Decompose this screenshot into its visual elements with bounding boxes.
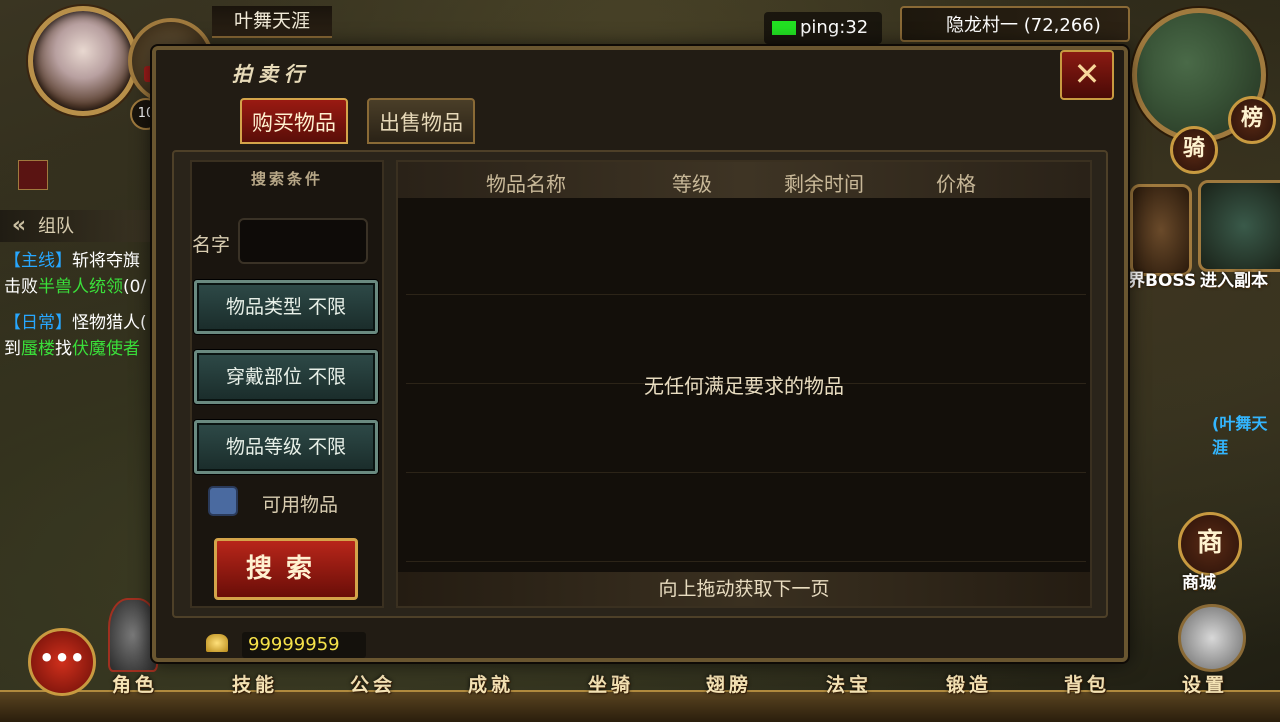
dungeon-portal-icon[interactable] [1198, 180, 1280, 272]
row-divider [406, 294, 1086, 295]
ranking-button[interactable]: 榜 [1228, 96, 1276, 144]
character-helmet-icon[interactable] [108, 598, 158, 672]
name-search-input[interactable] [238, 218, 368, 264]
world-boss-icon[interactable] [1130, 184, 1192, 276]
quest-progress: (0/ [123, 277, 147, 297]
quest-main-title[interactable]: 【主线】斩将夺旗 [4, 248, 140, 274]
name-label: 名字 [192, 234, 231, 256]
menu-wings[interactable]: 翅膀 [706, 670, 752, 697]
quest-title: 怪物猎人( [72, 313, 147, 333]
gold-ingot-icon [206, 634, 228, 652]
menu-guild[interactable]: 公会 [350, 670, 396, 697]
buff-icon[interactable] [18, 160, 48, 190]
close-button[interactable]: ✕ [1060, 50, 1114, 100]
quest-tag: 【日常】 [4, 313, 72, 333]
row-divider [406, 472, 1086, 473]
menu-treasures[interactable]: 法宝 [826, 670, 872, 697]
menu-skills[interactable]: 技能 [232, 670, 278, 697]
usable-items-checkbox[interactable] [208, 486, 238, 516]
menu-achievements[interactable]: 成就 [468, 670, 514, 697]
quest-tag: 【主线】 [4, 251, 72, 271]
quest-text: 击败 [4, 277, 38, 297]
quest-target-link[interactable]: 半兽人统领 [38, 277, 123, 297]
gold-amount: 99999959 [242, 632, 366, 658]
filter-title: 搜索条件 [250, 170, 323, 188]
item-type-select[interactable]: 物品类型 不限 [194, 280, 378, 334]
menu-forge[interactable]: 锻造 [946, 670, 992, 697]
column-level[interactable]: 等级 [672, 168, 712, 197]
world-player-name: (叶舞天涯 [1212, 414, 1268, 457]
quest-daily-objective[interactable]: 到蜃楼找伏魔使者 [4, 336, 140, 362]
next-page-hint: 向上拖动获取下一页 [398, 572, 1090, 606]
quest-title: 斩将夺旗 [72, 251, 140, 271]
tab-sell[interactable]: 出售物品 [367, 98, 475, 144]
team-label: 组队 [38, 216, 74, 237]
gear-icon[interactable] [1178, 604, 1246, 672]
row-divider [406, 561, 1086, 562]
ping-text: ping:32 [800, 17, 869, 38]
shop-icon[interactable]: 商 [1178, 512, 1242, 576]
player-name: 叶舞天涯 [212, 6, 332, 38]
column-price[interactable]: 价格 [936, 168, 976, 197]
empty-list-message: 无任何满足要求的物品 [644, 374, 844, 398]
dialog-title: 拍卖行 [232, 62, 310, 86]
item-level-select[interactable]: 物品等级 不限 [194, 420, 378, 474]
chat-button[interactable]: ••• [28, 628, 96, 696]
quest-text: 找 [55, 339, 72, 359]
world-boss-label[interactable]: 界BOSS [1128, 266, 1196, 291]
mount-ride-button[interactable]: 骑 [1170, 126, 1218, 174]
dungeon-label[interactable]: 进入副本 [1200, 266, 1268, 291]
menu-mounts[interactable]: 坐骑 [588, 670, 634, 697]
quest-location-link[interactable]: 蜃楼 [21, 339, 55, 359]
quest-npc-link[interactable]: 伏魔使者 [72, 339, 140, 359]
shop-label[interactable]: 商城 [1182, 568, 1216, 593]
signal-icon [772, 21, 796, 35]
menu-bag[interactable]: 背包 [1064, 670, 1110, 697]
location-display: 隐龙村一 (72,266) [900, 6, 1130, 42]
column-time-left[interactable]: 剩余时间 [784, 168, 864, 197]
collapse-chevron-icon[interactable]: « [0, 210, 38, 242]
quest-main-objective[interactable]: 击败半兽人统领(0/ [4, 274, 146, 300]
tab-buy[interactable]: 购买物品 [240, 98, 348, 144]
ping-indicator: ping:32 [764, 12, 882, 44]
menu-character[interactable]: 角色 [112, 670, 158, 697]
menu-settings[interactable]: 设置 [1182, 670, 1228, 697]
quest-text: 到 [4, 339, 21, 359]
column-item-name[interactable]: 物品名称 [486, 168, 566, 197]
search-button[interactable]: 搜索 [214, 538, 358, 600]
team-tab[interactable]: «组队 [0, 210, 150, 242]
equip-slot-select[interactable]: 穿戴部位 不限 [194, 350, 378, 404]
player-avatar[interactable] [28, 6, 138, 116]
quest-daily-title[interactable]: 【日常】怪物猎人( [4, 310, 147, 336]
usable-items-label[interactable]: 可用物品 [262, 490, 338, 517]
